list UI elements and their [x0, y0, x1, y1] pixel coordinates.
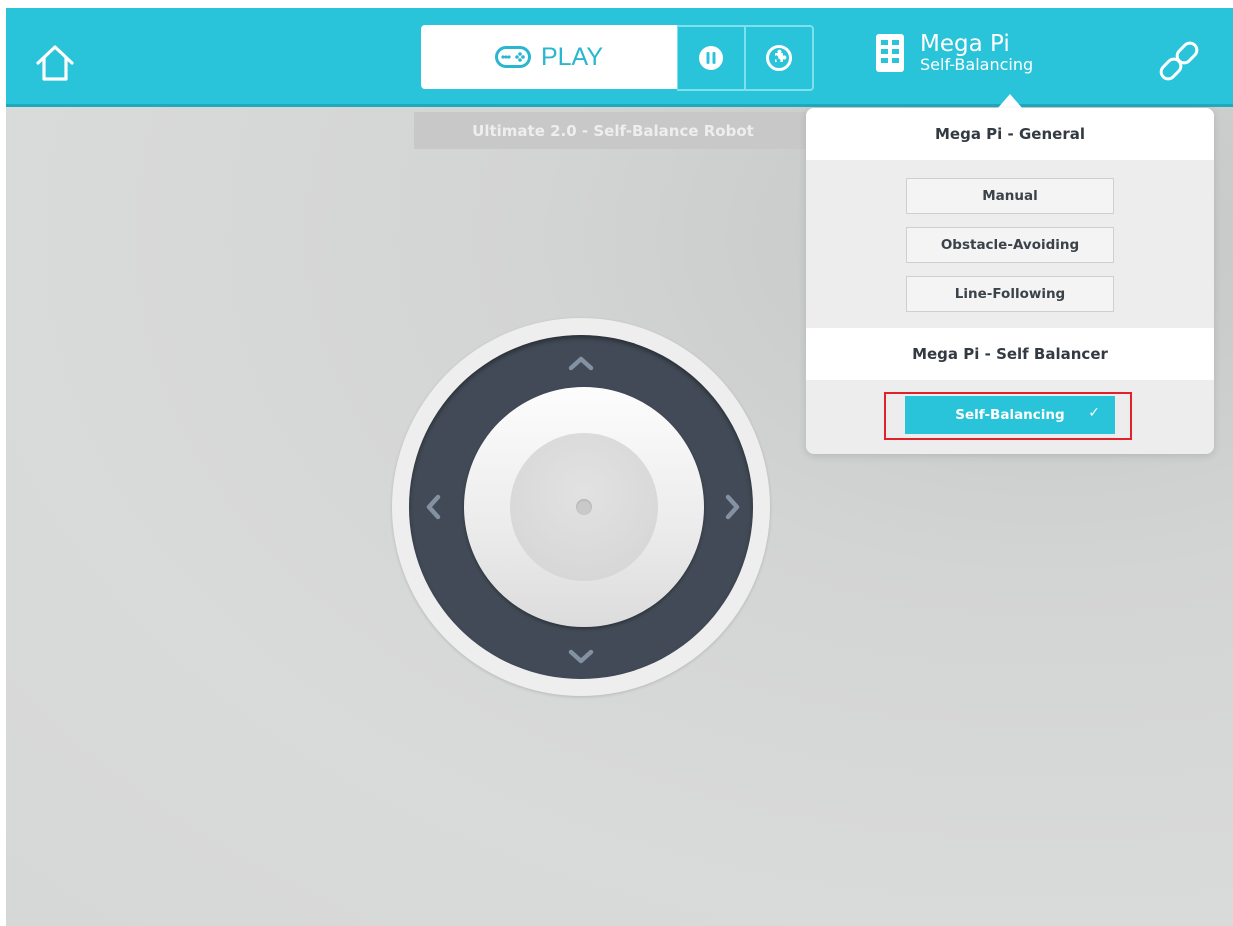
turn-right-button[interactable] — [725, 494, 741, 524]
device-name: Mega Pi — [920, 31, 1010, 57]
section-header-general: Mega Pi - General — [806, 108, 1214, 160]
top-bar: PLAY Mega Pi Self-Balancing — [6, 8, 1233, 107]
board-icon — [876, 34, 904, 72]
chevron-up-icon — [568, 356, 594, 371]
chevron-down-icon — [568, 649, 594, 664]
mode-obstacle-avoiding-button[interactable]: Obstacle-Avoiding — [906, 227, 1114, 263]
pause-button[interactable] — [677, 25, 746, 91]
device-text: Mega Pi Self-Balancing — [920, 32, 1033, 74]
home-icon — [36, 45, 74, 81]
home-button[interactable] — [34, 42, 76, 84]
pause-icon — [699, 46, 723, 70]
mode-menu: Mega Pi - General Manual Obstacle-Avoidi… — [806, 108, 1214, 454]
check-icon: ✓ — [1088, 405, 1100, 421]
general-options: Manual Obstacle-Avoiding Line-Following — [806, 160, 1214, 328]
mode-switcher: PLAY — [421, 25, 814, 91]
popover-pointer — [997, 94, 1023, 109]
gamepad-icon — [494, 46, 531, 68]
turn-left-button[interactable] — [425, 494, 441, 524]
puzzle-icon — [766, 45, 792, 71]
blocks-button[interactable] — [746, 25, 814, 91]
move-backward-button[interactable] — [568, 649, 594, 669]
mode-manual-button[interactable]: Manual — [906, 178, 1114, 214]
chevron-left-icon — [426, 494, 441, 520]
knob-dot — [576, 499, 592, 515]
project-title: Ultimate 2.0 - Self-Balance Robot — [414, 112, 812, 149]
play-label: PLAY — [540, 42, 604, 71]
app-frame: PLAY Mega Pi Self-Balancing Ultimate 2.0… — [6, 8, 1233, 926]
mode-self-balancing-button[interactable]: Self-Balancing ✓ — [905, 396, 1115, 434]
mode-self-balancing-label: Self-Balancing — [955, 407, 1065, 423]
joystick-knob[interactable] — [464, 387, 704, 627]
section-header-self-balancer: Mega Pi - Self Balancer — [806, 328, 1214, 380]
device-mode: Self-Balancing — [920, 55, 1034, 74]
self-balancer-options: Self-Balancing ✓ — [806, 380, 1214, 450]
device-selector[interactable]: Mega Pi Self-Balancing — [874, 32, 1033, 74]
link-icon — [1159, 41, 1199, 81]
connection-button[interactable] — [1156, 38, 1202, 84]
knob-center — [510, 433, 658, 581]
play-tab[interactable]: PLAY — [421, 25, 677, 89]
mode-line-following-button[interactable]: Line-Following — [906, 276, 1114, 312]
chevron-right-icon — [725, 494, 740, 520]
move-forward-button[interactable] — [568, 355, 594, 375]
